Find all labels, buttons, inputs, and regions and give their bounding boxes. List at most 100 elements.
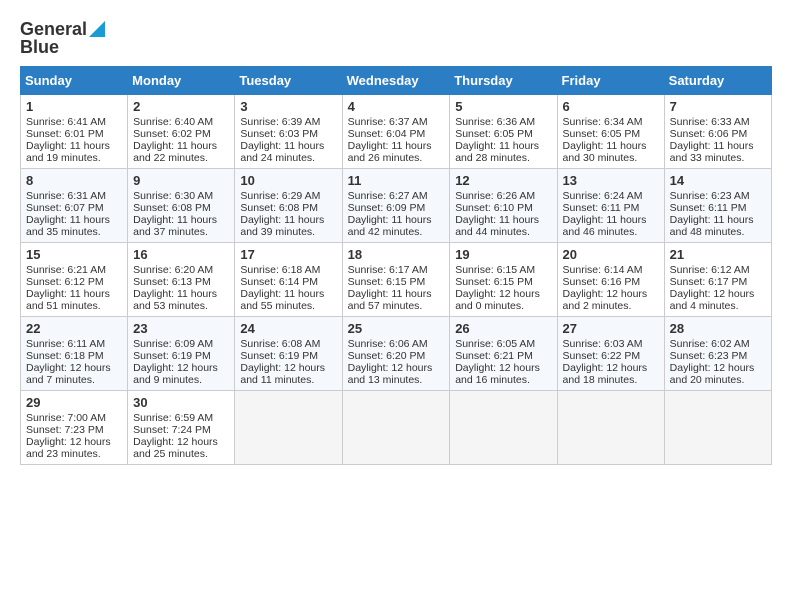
day-number: 9 xyxy=(133,173,229,188)
calendar-table: SundayMondayTuesdayWednesdayThursdayFrid… xyxy=(20,66,772,465)
calendar-cell: 28 Sunrise: 6:02 AM Sunset: 6:23 PM Dayl… xyxy=(664,317,771,391)
day-number: 28 xyxy=(670,321,766,336)
day-number: 1 xyxy=(26,99,122,114)
sunset-label: Sunset: 6:11 PM xyxy=(670,202,747,214)
daylight-label: Daylight: 12 hours and 20 minutes. xyxy=(670,362,755,386)
daylight-label: Daylight: 12 hours and 25 minutes. xyxy=(133,436,218,460)
sunrise-label: Sunrise: 6:40 AM xyxy=(133,116,213,128)
sunrise-label: Sunrise: 6:14 AM xyxy=(563,264,643,276)
daylight-label: Daylight: 11 hours and 24 minutes. xyxy=(240,140,324,164)
sunset-label: Sunset: 6:11 PM xyxy=(563,202,640,214)
day-number: 25 xyxy=(348,321,445,336)
sunrise-label: Sunrise: 6:23 AM xyxy=(670,190,750,202)
sunrise-label: Sunrise: 6:08 AM xyxy=(240,338,320,350)
calendar-header-row: SundayMondayTuesdayWednesdayThursdayFrid… xyxy=(21,67,772,95)
calendar-week-row: 29 Sunrise: 7:00 AM Sunset: 7:23 PM Dayl… xyxy=(21,391,772,465)
sunrise-label: Sunrise: 6:18 AM xyxy=(240,264,320,276)
sunrise-label: Sunrise: 6:41 AM xyxy=(26,116,106,128)
day-number: 5 xyxy=(455,99,551,114)
calendar-dow-tuesday: Tuesday xyxy=(235,67,342,95)
sunset-label: Sunset: 6:05 PM xyxy=(563,128,641,140)
day-number: 6 xyxy=(563,99,659,114)
sunrise-label: Sunrise: 6:30 AM xyxy=(133,190,213,202)
day-number: 16 xyxy=(133,247,229,262)
day-number: 2 xyxy=(133,99,229,114)
calendar-dow-wednesday: Wednesday xyxy=(342,67,450,95)
sunrise-label: Sunrise: 7:00 AM xyxy=(26,412,106,424)
daylight-label: Daylight: 12 hours and 18 minutes. xyxy=(563,362,648,386)
calendar-dow-sunday: Sunday xyxy=(21,67,128,95)
calendar-cell: 30 Sunrise: 6:59 AM Sunset: 7:24 PM Dayl… xyxy=(128,391,235,465)
calendar-cell: 22 Sunrise: 6:11 AM Sunset: 6:18 PM Dayl… xyxy=(21,317,128,391)
calendar-cell: 14 Sunrise: 6:23 AM Sunset: 6:11 PM Dayl… xyxy=(664,169,771,243)
day-number: 23 xyxy=(133,321,229,336)
daylight-label: Daylight: 11 hours and 53 minutes. xyxy=(133,288,217,312)
sunrise-label: Sunrise: 6:27 AM xyxy=(348,190,428,202)
day-number: 11 xyxy=(348,173,445,188)
calendar-cell: 8 Sunrise: 6:31 AM Sunset: 6:07 PM Dayli… xyxy=(21,169,128,243)
sunrise-label: Sunrise: 6:03 AM xyxy=(563,338,643,350)
calendar-week-row: 15 Sunrise: 6:21 AM Sunset: 6:12 PM Dayl… xyxy=(21,243,772,317)
calendar-week-row: 8 Sunrise: 6:31 AM Sunset: 6:07 PM Dayli… xyxy=(21,169,772,243)
sunset-label: Sunset: 6:02 PM xyxy=(133,128,211,140)
calendar-cell: 11 Sunrise: 6:27 AM Sunset: 6:09 PM Dayl… xyxy=(342,169,450,243)
daylight-label: Daylight: 11 hours and 33 minutes. xyxy=(670,140,754,164)
sunset-label: Sunset: 6:13 PM xyxy=(133,276,211,288)
sunrise-label: Sunrise: 6:31 AM xyxy=(26,190,106,202)
day-number: 20 xyxy=(563,247,659,262)
calendar-cell: 2 Sunrise: 6:40 AM Sunset: 6:02 PM Dayli… xyxy=(128,95,235,169)
calendar-cell: 1 Sunrise: 6:41 AM Sunset: 6:01 PM Dayli… xyxy=(21,95,128,169)
calendar-cell: 27 Sunrise: 6:03 AM Sunset: 6:22 PM Dayl… xyxy=(557,317,664,391)
sunset-label: Sunset: 6:04 PM xyxy=(348,128,426,140)
sunrise-label: Sunrise: 6:17 AM xyxy=(348,264,428,276)
sunset-label: Sunset: 6:21 PM xyxy=(455,350,533,362)
daylight-label: Daylight: 11 hours and 44 minutes. xyxy=(455,214,539,238)
daylight-label: Daylight: 11 hours and 35 minutes. xyxy=(26,214,110,238)
sunrise-label: Sunrise: 6:59 AM xyxy=(133,412,213,424)
daylight-label: Daylight: 11 hours and 55 minutes. xyxy=(240,288,324,312)
sunset-label: Sunset: 6:03 PM xyxy=(240,128,318,140)
daylight-label: Daylight: 12 hours and 9 minutes. xyxy=(133,362,218,386)
sunset-label: Sunset: 6:01 PM xyxy=(26,128,104,140)
sunset-label: Sunset: 6:19 PM xyxy=(133,350,211,362)
logo: General Blue xyxy=(20,20,105,56)
daylight-label: Daylight: 11 hours and 46 minutes. xyxy=(563,214,647,238)
calendar-cell: 6 Sunrise: 6:34 AM Sunset: 6:05 PM Dayli… xyxy=(557,95,664,169)
sunrise-label: Sunrise: 6:05 AM xyxy=(455,338,535,350)
sunset-label: Sunset: 6:05 PM xyxy=(455,128,533,140)
daylight-label: Daylight: 11 hours and 57 minutes. xyxy=(348,288,432,312)
calendar-week-row: 1 Sunrise: 6:41 AM Sunset: 6:01 PM Dayli… xyxy=(21,95,772,169)
sunset-label: Sunset: 6:22 PM xyxy=(563,350,641,362)
day-number: 13 xyxy=(563,173,659,188)
day-number: 12 xyxy=(455,173,551,188)
calendar-cell: 15 Sunrise: 6:21 AM Sunset: 6:12 PM Dayl… xyxy=(21,243,128,317)
page-header: General Blue xyxy=(20,20,772,56)
day-number: 14 xyxy=(670,173,766,188)
calendar-body: 1 Sunrise: 6:41 AM Sunset: 6:01 PM Dayli… xyxy=(21,95,772,465)
daylight-label: Daylight: 12 hours and 13 minutes. xyxy=(348,362,433,386)
calendar-week-row: 22 Sunrise: 6:11 AM Sunset: 6:18 PM Dayl… xyxy=(21,317,772,391)
calendar-cell xyxy=(450,391,557,465)
sunset-label: Sunset: 6:06 PM xyxy=(670,128,748,140)
sunset-label: Sunset: 6:19 PM xyxy=(240,350,318,362)
day-number: 27 xyxy=(563,321,659,336)
sunrise-label: Sunrise: 6:09 AM xyxy=(133,338,213,350)
sunset-label: Sunset: 6:07 PM xyxy=(26,202,104,214)
sunrise-label: Sunrise: 6:33 AM xyxy=(670,116,750,128)
sunrise-label: Sunrise: 6:11 AM xyxy=(26,338,105,350)
calendar-cell: 7 Sunrise: 6:33 AM Sunset: 6:06 PM Dayli… xyxy=(664,95,771,169)
calendar-cell: 19 Sunrise: 6:15 AM Sunset: 6:15 PM Dayl… xyxy=(450,243,557,317)
calendar-cell: 26 Sunrise: 6:05 AM Sunset: 6:21 PM Dayl… xyxy=(450,317,557,391)
sunset-label: Sunset: 6:12 PM xyxy=(26,276,104,288)
sunset-label: Sunset: 6:20 PM xyxy=(348,350,426,362)
day-number: 30 xyxy=(133,395,229,410)
calendar-cell: 25 Sunrise: 6:06 AM Sunset: 6:20 PM Dayl… xyxy=(342,317,450,391)
logo-text-general: General xyxy=(20,20,87,38)
sunset-label: Sunset: 7:23 PM xyxy=(26,424,104,436)
calendar-cell: 18 Sunrise: 6:17 AM Sunset: 6:15 PM Dayl… xyxy=(342,243,450,317)
calendar-dow-saturday: Saturday xyxy=(664,67,771,95)
calendar-cell xyxy=(557,391,664,465)
sunrise-label: Sunrise: 6:36 AM xyxy=(455,116,535,128)
day-number: 29 xyxy=(26,395,122,410)
daylight-label: Daylight: 11 hours and 39 minutes. xyxy=(240,214,324,238)
